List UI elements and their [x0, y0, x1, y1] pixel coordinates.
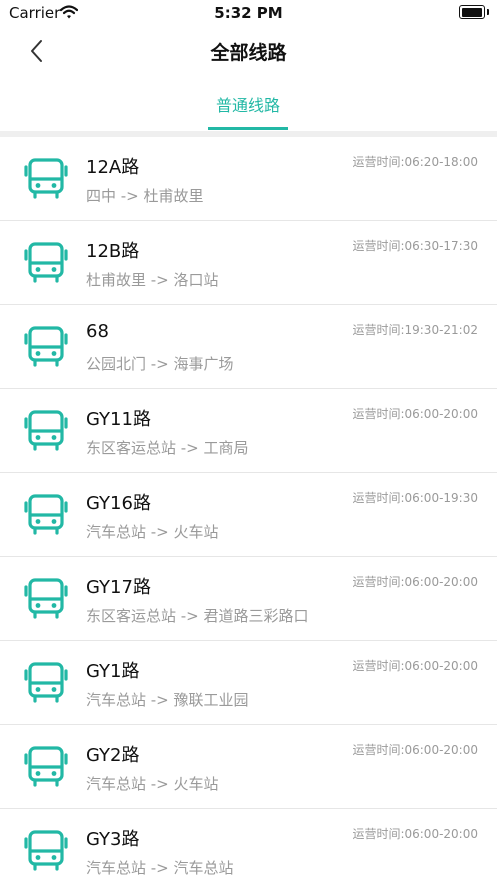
tab-label: 普通线路: [215, 96, 280, 115]
page-title: 全部线路: [210, 42, 287, 64]
route-hours: 运营时间:06:00-20:00: [352, 827, 478, 841]
route-hours: 运营时间:06:30-17:30: [352, 239, 478, 253]
route-name: GY2路: [86, 745, 140, 766]
status-bar: Carrier 5:32 PM: [0, 0, 497, 26]
bus-icon: [24, 325, 68, 369]
route-row[interactable]: GY16路汽车总站 -> 火车站 运营时间:06:00-19:30: [0, 473, 497, 557]
route-row[interactable]: GY1路汽车总站 -> 豫联工业园 运营时间:06:00-20:00: [0, 641, 497, 725]
route-hours: 运营时间:06:00-20:00: [352, 743, 478, 757]
route-row[interactable]: 12A路四中 -> 杜甫故里 运营时间:06:20-18:00: [0, 137, 497, 221]
route-name: GY16路: [86, 493, 151, 514]
route-hours: 运营时间:06:00-20:00: [352, 659, 478, 673]
route-path: 东区客运总站 -> 工商局: [86, 439, 249, 457]
route-hours: 运营时间:06:00-20:00: [352, 575, 478, 589]
tab-bar: 普通线路: [0, 76, 497, 131]
bus-icon: [24, 409, 68, 453]
route-path: 汽车总站 -> 汽车总站: [86, 859, 234, 877]
battery-icon: [459, 5, 489, 19]
bus-icon: [24, 241, 68, 285]
bus-icon: [24, 661, 68, 705]
route-row[interactable]: 12B路杜甫故里 -> 洛口站 运营时间:06:30-17:30: [0, 221, 497, 305]
bus-icon: [24, 745, 68, 789]
route-name: GY1路: [86, 661, 140, 682]
bus-icon: [24, 157, 68, 201]
bus-icon: [24, 577, 68, 621]
route-path: 杜甫故里 -> 洛口站: [86, 271, 219, 289]
route-hours: 运营时间:06:00-19:30: [352, 491, 478, 505]
route-list: 12A路四中 -> 杜甫故里 运营时间:06:20-18:00 12B路杜甫故里 -…: [0, 137, 497, 892]
bus-icon: [24, 829, 68, 873]
route-name: 12B路: [86, 241, 140, 262]
route-path: 汽车总站 -> 火车站: [86, 523, 219, 541]
route-path: 汽车总站 -> 豫联工业园: [86, 691, 249, 709]
route-path: 四中 -> 杜甫故里: [86, 187, 204, 205]
tab-regular-routes[interactable]: 普通线路: [208, 76, 288, 131]
route-name: 12A路: [86, 157, 140, 178]
route-name: GY11路: [86, 409, 151, 430]
navigation-bar: 全部线路: [0, 26, 497, 76]
route-name: 68: [86, 321, 109, 342]
route-hours: 运营时间:19:30-21:02: [352, 323, 478, 337]
route-row[interactable]: GY2路汽车总站 -> 火车站 运营时间:06:00-20:00: [0, 725, 497, 809]
route-hours: 运营时间:06:20-18:00: [352, 155, 478, 169]
tab-active-indicator: [208, 127, 288, 130]
route-name: GY17路: [86, 577, 151, 598]
bus-icon: [24, 493, 68, 537]
route-path: 公园北门 -> 海事广场: [86, 355, 234, 373]
status-time: 5:32 PM: [214, 4, 283, 22]
route-name: GY3路: [86, 829, 140, 850]
route-hours: 运营时间:06:00-20:00: [352, 407, 478, 421]
route-row[interactable]: GY17路东区客运总站 -> 君道路三彩路口 运营时间:06:00-20:00: [0, 557, 497, 641]
route-path: 东区客运总站 -> 君道路三彩路口: [86, 607, 309, 625]
route-row[interactable]: GY11路东区客运总站 -> 工商局 运营时间:06:00-20:00: [0, 389, 497, 473]
route-row[interactable]: GY3路汽车总站 -> 汽车总站 运营时间:06:00-20:00: [0, 809, 497, 892]
route-row[interactable]: 68 公园北门 -> 海事广场 运营时间:19:30-21:02: [0, 305, 497, 389]
route-path: 汽车总站 -> 火车站: [86, 775, 219, 793]
